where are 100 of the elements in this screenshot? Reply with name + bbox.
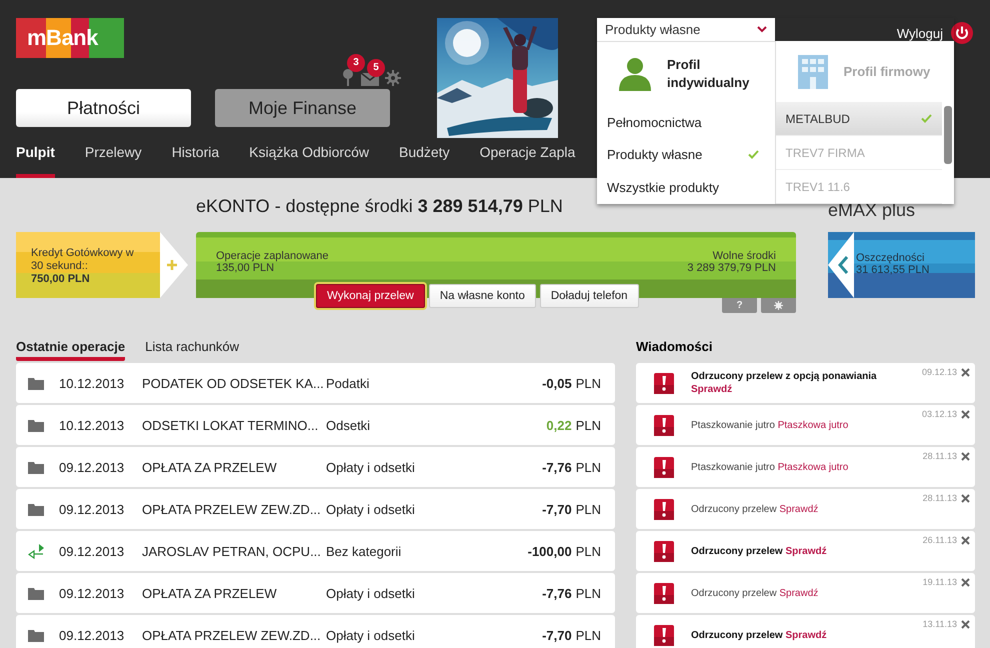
menu-item[interactable]: Produkty własne <box>597 138 774 172</box>
message-date: 26.11.13 <box>922 535 957 545</box>
operation-title: PODATEK OD ODSETEK KA... <box>142 376 325 390</box>
menu-item[interactable]: Pełnomocnictwa <box>597 106 774 138</box>
list-tab[interactable]: Lista rachunków <box>145 336 240 361</box>
operation-currency: PLN <box>576 544 601 558</box>
operation-amount: -7,70 <box>542 628 572 642</box>
chevron-icon <box>757 26 767 33</box>
message-text: Odrzucony przelew Sprawdź <box>691 544 828 558</box>
scrollbar-thumb[interactable] <box>944 106 952 164</box>
operation-row[interactable]: 10.12.2013 ODSETKI LOKAT TERMINO... Odsetki 0,22 PLN <box>16 405 615 445</box>
operation-title: JAROSLAV PETRAN, OCPU... <box>142 544 322 558</box>
profile-tab[interactable]: Profil indywidualny <box>597 42 774 106</box>
message-link[interactable]: Sprawdź <box>785 546 827 556</box>
profile-select[interactable]: Produkty własne <box>597 18 775 42</box>
alert-icon <box>654 582 674 604</box>
settings-icon <box>774 301 783 310</box>
message-link[interactable]: Ptaszkowa jutro <box>778 462 848 472</box>
close-icon[interactable] <box>961 494 970 503</box>
operation-currency: PLN <box>576 586 601 600</box>
message-link[interactable]: Sprawdź <box>779 588 818 598</box>
message-row[interactable]: Ptaszkowanie jutro Ptaszkowa jutro 03.12.13 <box>636 405 975 445</box>
operation-category: Opłaty i odsetki <box>326 586 416 600</box>
action-button[interactable]: Wykonaj przelew <box>316 284 425 308</box>
close-icon[interactable] <box>961 410 970 419</box>
settings-button[interactable] <box>761 298 796 313</box>
message-row[interactable]: Odrzucony przelew Sprawdź 13.11.13 <box>636 615 975 648</box>
messages-heading: Wiadomości <box>636 338 714 356</box>
message-row[interactable]: Odrzucony przelew Sprawdź 28.11.13 <box>636 489 975 529</box>
check-icon <box>921 114 932 123</box>
main-tab[interactable]: Płatności <box>16 89 191 127</box>
message-text: Odrzucony przelew Sprawdź <box>691 628 828 642</box>
message-link[interactable]: Sprawdź <box>785 630 827 640</box>
action-button[interactable]: Doładuj telefon <box>540 284 639 308</box>
nav-tab[interactable]: Przelewy <box>84 144 142 178</box>
operation-category: Opłaty i odsetki <box>326 502 416 516</box>
nav-tab[interactable]: Operacje Zapla <box>480 144 576 178</box>
operation-date: 09.12.2013 <box>59 628 126 642</box>
close-icon[interactable] <box>961 578 970 587</box>
power-icon[interactable] <box>951 22 973 44</box>
message-date: 28.11.13 <box>922 451 957 461</box>
nav-tab[interactable]: Książka Odbiorców <box>249 144 369 178</box>
main-tab[interactable]: Moje Finanse <box>215 89 390 127</box>
message-date: 19.11.13 <box>922 577 957 587</box>
close-icon[interactable] <box>961 620 970 629</box>
message-link[interactable]: Ptaszkowa jutro <box>778 420 848 430</box>
operation-row[interactable]: 10.12.2013 PODATEK OD ODSETEK KA... Podatki -0,05 PLN <box>16 363 615 403</box>
operation-currency: PLN <box>576 628 601 642</box>
folder-icon <box>28 586 45 600</box>
message-row[interactable]: Odrzucony przelew Sprawdź 19.11.13 <box>636 573 975 613</box>
action-button[interactable]: Na własne konto <box>428 284 536 308</box>
settings-icon[interactable] <box>385 70 401 86</box>
planned-label: Operacje zaplanowane <box>216 250 329 262</box>
savings-label: Oszczędności <box>856 252 926 264</box>
alert-icon <box>654 414 674 436</box>
loan-card[interactable]: Kredyt Gotówkowy w 30 sekund:: 750,00 PLN <box>16 232 160 298</box>
alert-icon <box>654 624 674 646</box>
message-text: Odrzucony przelew Sprawdź <box>691 502 820 516</box>
message-row[interactable]: Ptaszkowanie jutro Ptaszkowa jutro 28.11.13 <box>636 447 975 487</box>
savings-card[interactable]: Oszczędności 31 613,55 PLN <box>828 232 975 298</box>
message-text: Ptaszkowanie jutro Ptaszkowa jutro <box>691 418 850 432</box>
operation-date: 09.12.2013 <box>59 586 126 600</box>
notification-badge: 3 <box>347 54 365 72</box>
operation-row[interactable]: 09.12.2013 JAROSLAV PETRAN, OCPU... Bez kategorii -100,00 PLN <box>16 531 615 571</box>
folder-icon <box>28 628 45 642</box>
message-text: Odrzucony przelew Sprawdź <box>691 586 820 600</box>
operation-category: Opłaty i odsetki <box>326 628 416 642</box>
message-row[interactable]: Odrzucony przelew Sprawdź 26.11.13 <box>636 531 975 571</box>
message-link[interactable]: Sprawdź <box>691 384 732 395</box>
message-row[interactable]: Odrzucony przelew z opcją ponawiania Sprawdź 09.12.13 <box>636 363 975 403</box>
nav-tab[interactable]: Historia <box>172 144 220 178</box>
operation-row[interactable]: 09.12.2013 OPŁATA ZA PRZELEW Opłaty i odsetki -7,76 PLN <box>16 573 615 613</box>
operation-row[interactable]: 09.12.2013 OPŁATA PRZELEW ZEW.ZD... Opłaty i odsetki -7,70 PLN <box>16 615 615 648</box>
operation-title: OPŁATA ZA PRZELEW <box>142 460 278 474</box>
operation-currency: PLN <box>576 460 601 474</box>
close-icon[interactable] <box>961 452 970 461</box>
nav-tab[interactable]: Pulpit <box>16 144 55 178</box>
account-title: eKONTO - dostępne środki 3 289 514,79 PLN <box>196 196 564 218</box>
chevron-left-icon[interactable] <box>828 232 854 298</box>
close-icon[interactable] <box>961 368 970 377</box>
operation-amount: -0,05 <box>542 376 572 390</box>
operation-date: 09.12.2013 <box>59 502 126 516</box>
menu-item[interactable]: Wszystkie produkty <box>597 171 774 204</box>
logout-link[interactable]: Wyloguj <box>896 26 943 41</box>
message-link[interactable]: Sprawdź <box>779 504 818 514</box>
pin-icon[interactable] <box>341 68 355 86</box>
operation-date: 10.12.2013 <box>59 376 126 390</box>
operation-row[interactable]: 09.12.2013 OPŁATA ZA PRZELEW Opłaty i odsetki -7,76 PLN <box>16 447 615 487</box>
notification-badge: 5 <box>367 59 385 77</box>
operation-row[interactable]: 09.12.2013 OPŁATA PRZELEW ZEW.ZD... Opłaty i odsetki -7,70 PLN <box>16 489 615 529</box>
close-icon[interactable] <box>961 536 970 545</box>
operation-currency: PLN <box>576 502 601 516</box>
nav-tab[interactable]: Budżety <box>398 144 450 178</box>
operation-amount: -100,00 <box>528 544 572 558</box>
operation-title: ODSETKI LOKAT TERMINO... <box>142 418 320 432</box>
company-item[interactable]: METALBUD <box>776 102 942 136</box>
person-icon <box>619 56 651 91</box>
operation-category: Bez kategorii <box>326 544 402 558</box>
operation-date: 10.12.2013 <box>59 418 126 432</box>
loan-amount: 750,00 PLN <box>31 273 91 285</box>
